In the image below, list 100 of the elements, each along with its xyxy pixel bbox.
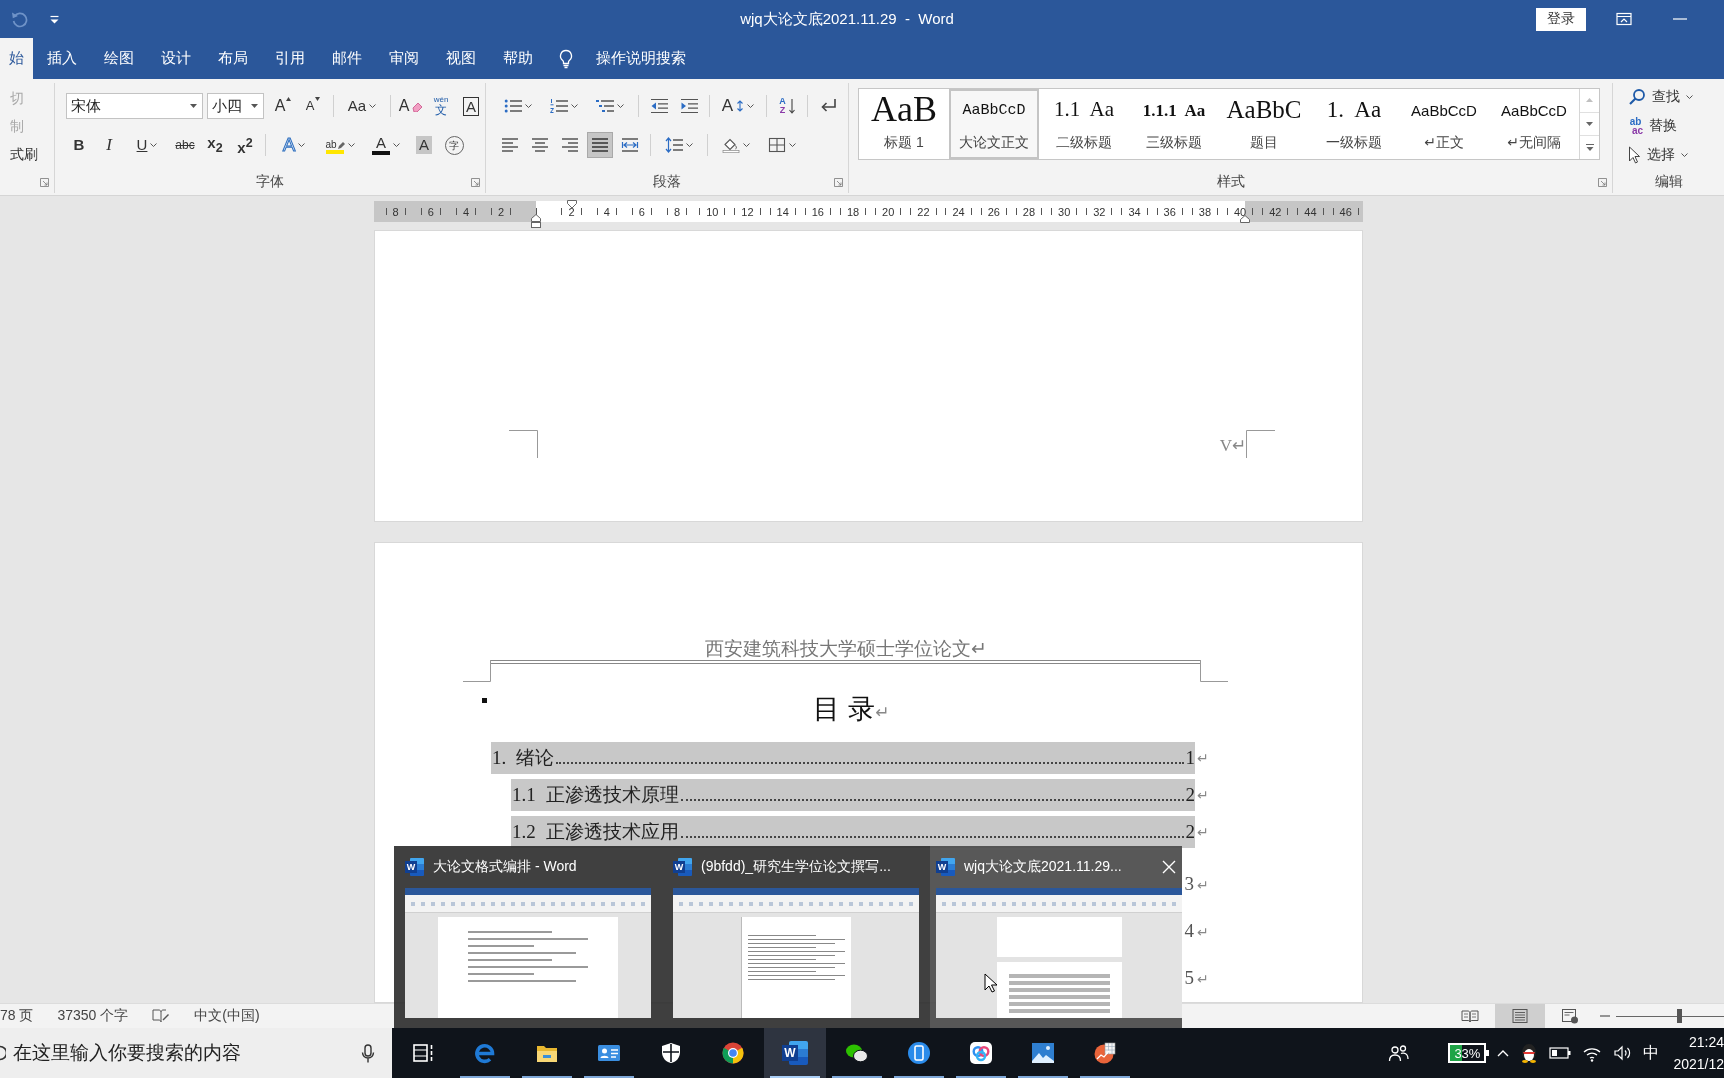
phonetic-guide-button[interactable]: wén 文 (428, 93, 454, 119)
italic-button[interactable]: I (96, 132, 122, 158)
sign-in-button[interactable]: 登录 (1536, 7, 1586, 31)
proofing-book-icon[interactable] (152, 1008, 171, 1024)
search-icon (0, 1045, 6, 1061)
ruler-number: 22 (917, 205, 930, 218)
ribbon-tab[interactable]: 帮助 (489, 38, 546, 79)
taskbar-app-button[interactable]: W (764, 1028, 826, 1078)
ribbon-display-icon[interactable] (1616, 12, 1632, 26)
select-button[interactable]: 选择 (1628, 141, 1724, 168)
pointer-arrow-icon (1628, 145, 1641, 164)
ribbon-tab[interactable]: 绘图 (90, 38, 147, 79)
toc-entry[interactable]: 1.2 正渗透技术应用 2 (511, 816, 1195, 848)
ribbon-tab[interactable]: 邮件 (318, 38, 375, 79)
caret-up-icon (1586, 98, 1593, 103)
ruler-number: 8 (392, 205, 399, 218)
ribbon-tab[interactable]: 审阅 (375, 38, 432, 79)
align-right-icon (561, 137, 579, 153)
subscript-button[interactable]: x$_{2}$ (202, 132, 228, 158)
window-preview-title: 大论文格式编排 - Word (433, 858, 577, 876)
toc-page-number: 4 (1184, 920, 1194, 942)
character-shading-button[interactable]: A (411, 132, 437, 158)
indent-marker-icon[interactable] (567, 200, 577, 209)
style-option[interactable]: AaBbCcD ↵正文 (1399, 89, 1489, 159)
window-title: wjq大论文底2021.11.29 - Word (740, 9, 954, 29)
highlight-bar-icon (326, 150, 344, 154)
clipboard-command[interactable]: 式刷 (0, 141, 54, 169)
ruler-number: 32 (1093, 205, 1106, 218)
justify-button[interactable] (587, 132, 613, 158)
grow-font-button[interactable]: A (270, 93, 296, 119)
volume-icon[interactable] (1613, 1044, 1632, 1062)
dialog-launcher-icon[interactable] (471, 177, 480, 187)
close-icon[interactable] (1162, 860, 1176, 874)
ribbon-tab[interactable]: 引用 (261, 38, 318, 79)
paint-bucket-icon (722, 137, 740, 153)
style-option[interactable]: AaBbCcD ↵无间隔 (1489, 89, 1579, 159)
input-method-indicator[interactable]: 中 (1643, 1042, 1660, 1064)
return-arrow-icon (819, 98, 837, 114)
clock-date[interactable]: 2021/12 (1673, 1053, 1724, 1075)
highlight-button[interactable]: ab (319, 132, 361, 158)
change-case-button[interactable]: Aa (341, 93, 383, 119)
ribbon-tab[interactable]: 设计 (147, 38, 204, 79)
zoom-slider-thumb[interactable] (1676, 1009, 1682, 1023)
language-indicator[interactable]: 中文(中国) (194, 1007, 260, 1025)
window-preview-card[interactable]: W (9bfdd)_研究生学位论文撰写... (662, 846, 930, 1028)
ruler-number: 4 (603, 205, 610, 218)
strikethrough-button[interactable]: abc (172, 132, 198, 158)
style-option[interactable]: 1. Aa 一级标题 (1309, 89, 1399, 159)
bold-button[interactable]: B (66, 132, 92, 158)
view-mode-button[interactable] (1495, 1004, 1545, 1028)
corner-mark-icon (463, 660, 491, 682)
word-count[interactable]: 37350 个字 (57, 1007, 129, 1025)
page-count[interactable]: 78 页 (0, 1007, 34, 1025)
caret-up-icon[interactable] (1497, 1049, 1510, 1057)
battery-icon[interactable] (1549, 1047, 1572, 1059)
toc-entry[interactable]: 1. 绪论 1 (491, 742, 1195, 774)
window-preview-card[interactable]: W 大论文格式编排 - Word (394, 846, 662, 1028)
font-color-button[interactable]: A (365, 132, 407, 158)
indent-marker-icon[interactable] (531, 214, 541, 228)
style-option[interactable]: 1.1.1 Aa 三级标题 (1129, 89, 1219, 159)
dialog-launcher-icon[interactable] (40, 177, 49, 187)
color-wheel-icon (721, 1041, 745, 1065)
toc-page-number: 2 (1185, 784, 1195, 806)
dialog-launcher-icon[interactable] (834, 177, 843, 187)
character-border-button[interactable]: A (458, 93, 484, 119)
ruler-number: 42 (1269, 205, 1282, 218)
ribbon-tab[interactable]: 插入 (33, 38, 90, 79)
window-preview-card[interactable]: W wjq大论文底2021.11.29... (930, 846, 1182, 1028)
ribbon-tab[interactable]: 视图 (432, 38, 489, 79)
microphone-icon[interactable] (361, 1043, 375, 1063)
style-option[interactable]: AaBbCcD 大论文正文 (949, 89, 1039, 159)
style-option[interactable]: 1.1 Aa 二级标题 (1039, 89, 1129, 159)
sort-button[interactable]: A Z (774, 93, 800, 119)
ribbon-tab[interactable]: 布局 (204, 38, 261, 79)
group-label: 字体 (256, 173, 284, 191)
distribute-icon (621, 137, 639, 153)
dialog-launcher-icon[interactable] (1598, 177, 1607, 187)
style-option[interactable]: AaBbC 题目 (1219, 89, 1309, 159)
underline-button[interactable]: U (126, 132, 168, 158)
ruler-number: 14 (776, 205, 789, 218)
superscript-button[interactable]: x$^{2}$ (232, 132, 258, 158)
ribbon-tab[interactable]: 始 (0, 38, 33, 79)
clock-time[interactable]: 21:24 (1688, 1031, 1724, 1053)
indent-marker-icon[interactable] (1240, 215, 1250, 223)
style-option[interactable]: AaB 标题 1 (859, 89, 949, 159)
font-name-combo[interactable]: 宋体 (66, 93, 203, 119)
asian-layout-button[interactable]: A (717, 93, 759, 119)
toc-number: 1. (492, 747, 507, 769)
shrink-font-button[interactable]: A (300, 93, 326, 119)
people-icon[interactable] (1388, 1044, 1411, 1062)
tell-me-search[interactable]: 操作说明搜索 (546, 38, 686, 79)
toc-entry[interactable]: 1.1 正渗透技术原理 2 (511, 779, 1195, 811)
ruler-number: 4 (462, 205, 470, 218)
penguin-icon[interactable] (1520, 1043, 1539, 1063)
clear-format-button[interactable]: A (398, 93, 424, 119)
shield-icon (659, 1041, 683, 1065)
font-size-combo[interactable]: 小四 (207, 93, 264, 119)
customize-menu-icon[interactable] (50, 14, 59, 24)
page-globe-icon (1561, 1008, 1579, 1024)
find-button[interactable]: 查找 (1628, 83, 1724, 110)
